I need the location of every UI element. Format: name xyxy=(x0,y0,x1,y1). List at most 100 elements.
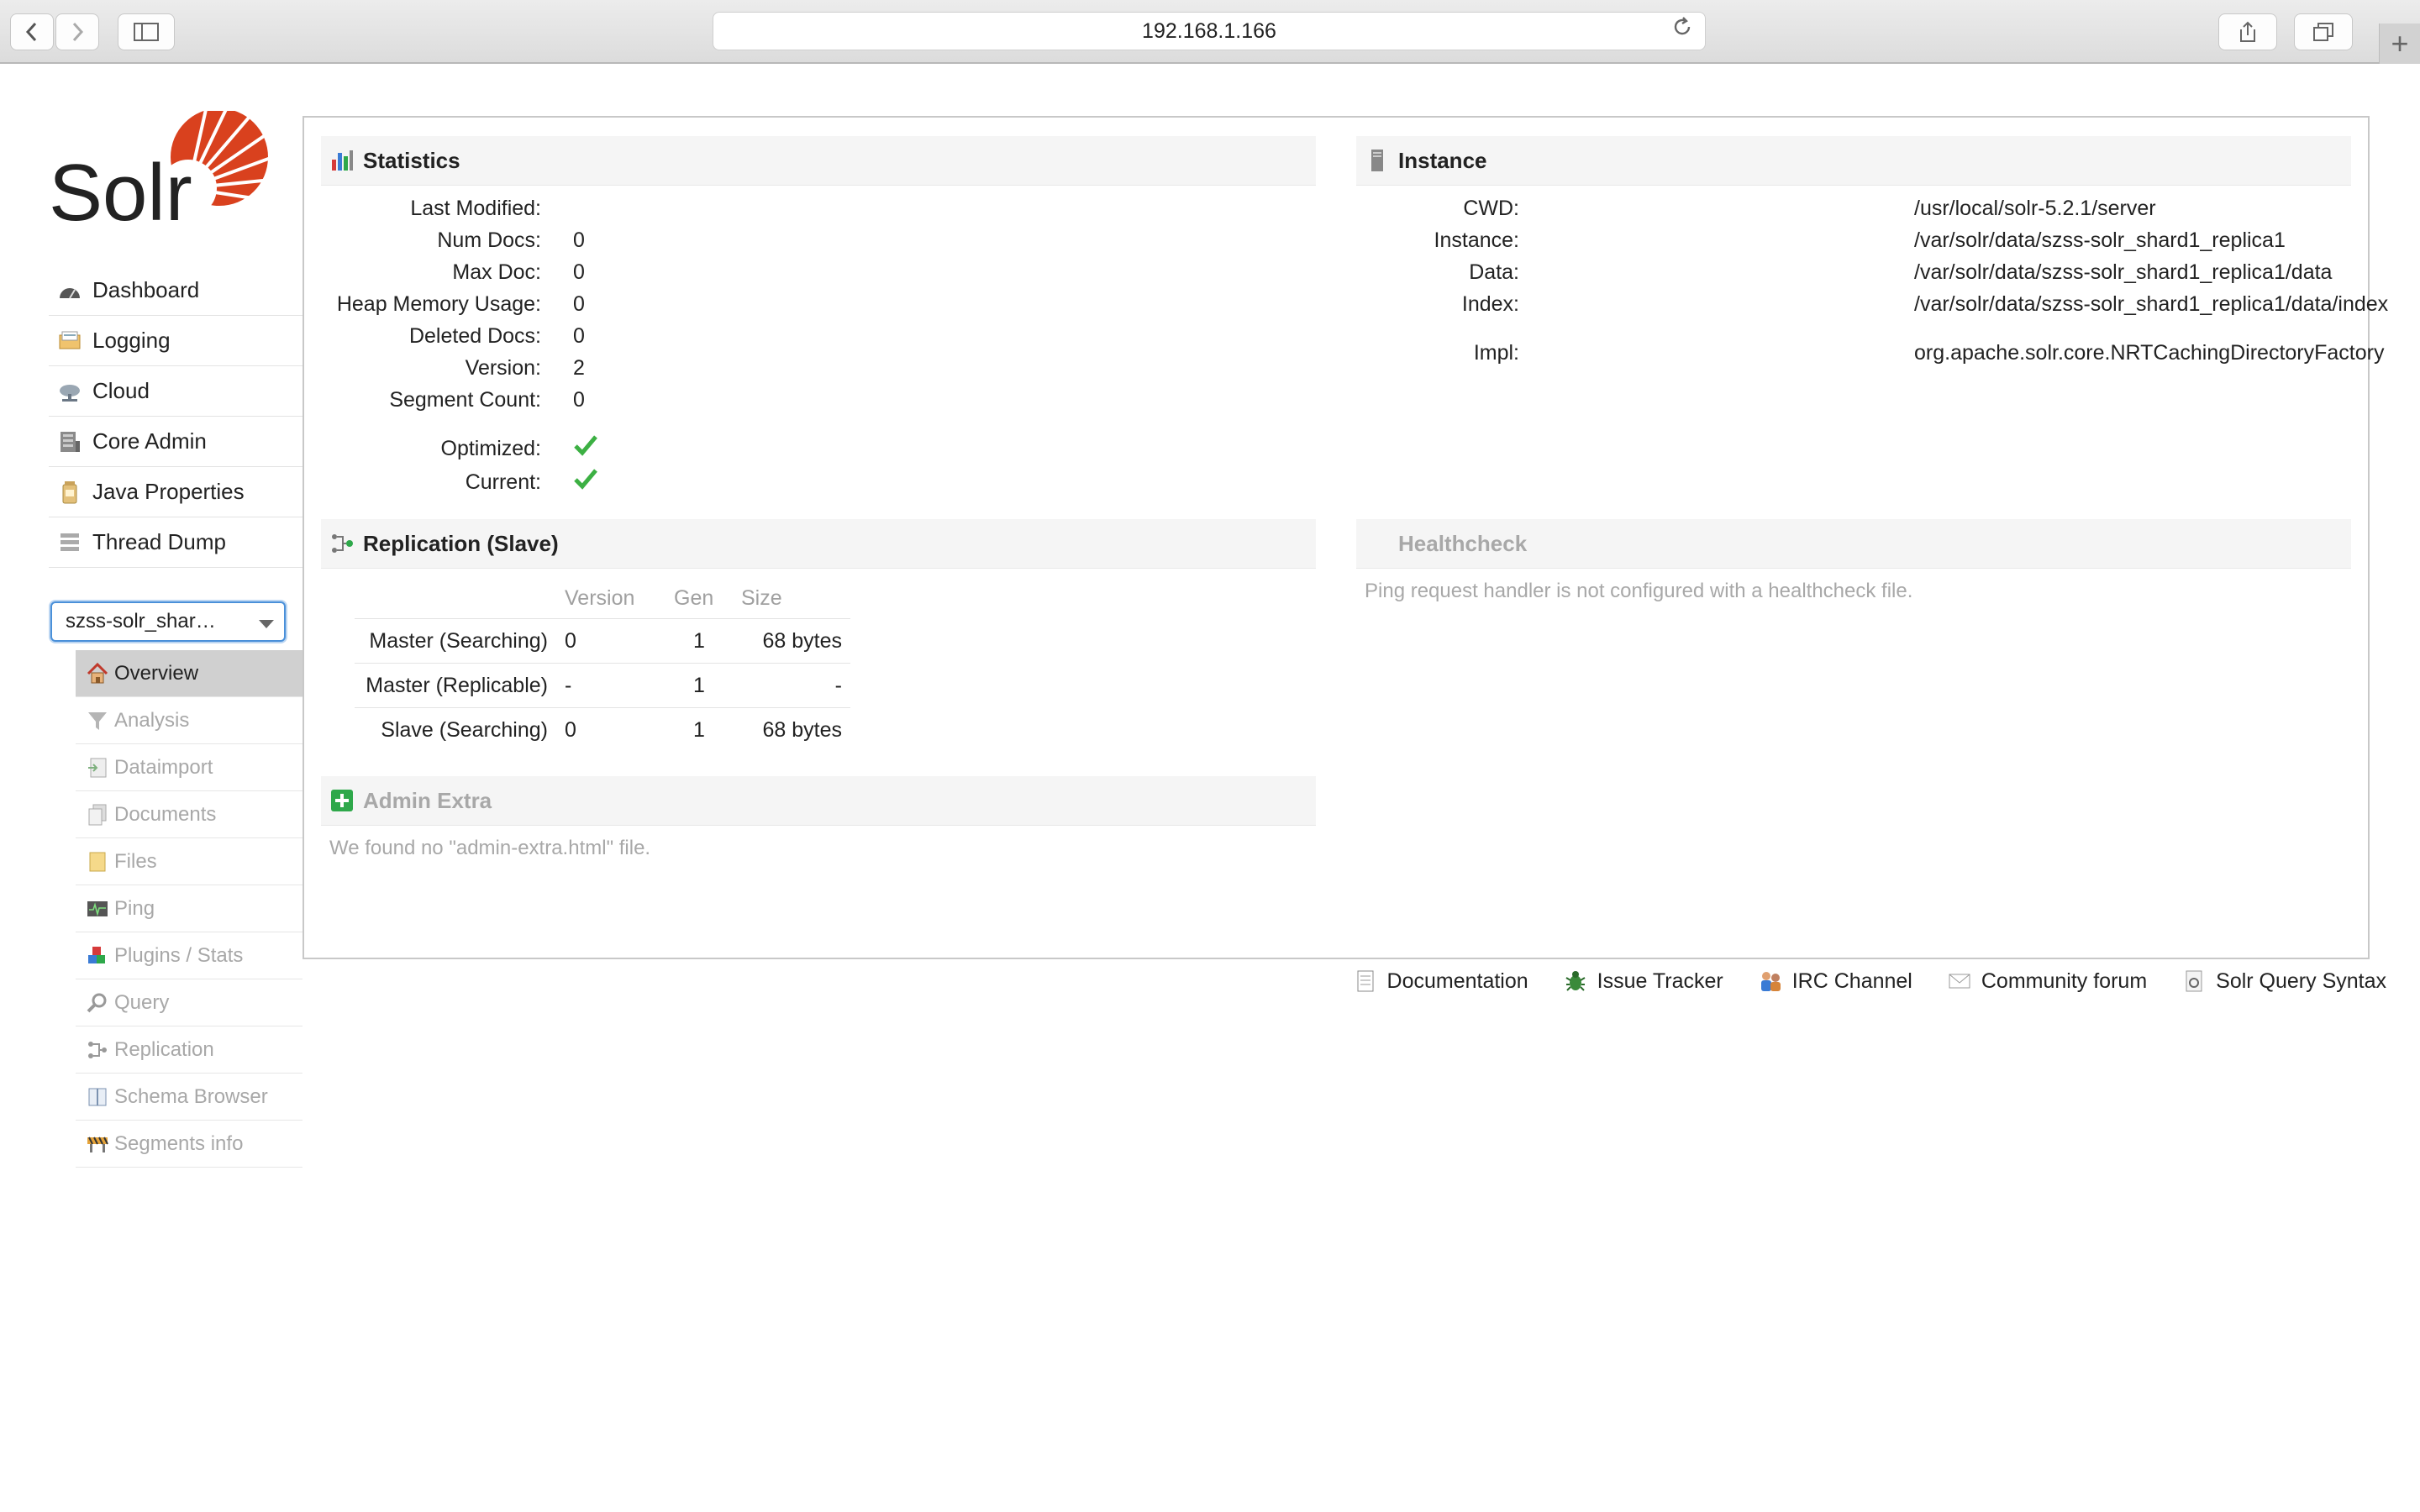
document-icon xyxy=(1354,969,1377,993)
solr-logo[interactable]: Solr xyxy=(47,105,271,238)
bar-chart-icon xyxy=(329,148,355,173)
nav-item-dashboard[interactable]: Dashboard xyxy=(49,265,302,316)
server-icon xyxy=(1365,148,1390,173)
stat-key: Num Docs: xyxy=(437,228,541,252)
plus-icon xyxy=(329,788,355,813)
nav-label: Core Admin xyxy=(92,428,207,454)
healthcheck-header: Healthcheck xyxy=(1356,519,2351,569)
core-nav-documents[interactable]: Documents xyxy=(76,791,302,838)
replication-size: 68 bytes xyxy=(733,618,850,664)
footer-link-documentation[interactable]: Documentation xyxy=(1354,969,1528,994)
funnel-icon xyxy=(86,709,109,732)
nav-item-logging[interactable]: Logging xyxy=(49,316,302,366)
core-nav-label: Files xyxy=(114,849,157,873)
replication-panel: Replication (Slave) xyxy=(321,519,1316,569)
browser-toolbar: 192.168.1.166 + xyxy=(0,0,2420,64)
footer-link-label: IRC Channel xyxy=(1791,969,1912,993)
reload-icon[interactable] xyxy=(1671,13,1693,50)
statistics-panel: Statistics xyxy=(321,136,1316,186)
footer-link-community-forum[interactable]: Community forum xyxy=(1948,969,2147,994)
core-nav-analysis[interactable]: Analysis xyxy=(76,697,302,744)
replication-version: 0 xyxy=(556,707,666,752)
core-nav-label: Schema Browser xyxy=(114,1084,268,1108)
admin-extra-header: Admin Extra xyxy=(321,776,1316,826)
nav-label: Dashboard xyxy=(92,277,200,302)
irc-icon xyxy=(1759,969,1782,993)
instance-key: CWD: xyxy=(1463,197,1519,220)
table-row: Slave (Searching) 0 1 68 bytes xyxy=(355,707,850,752)
replication-icon xyxy=(86,1038,109,1062)
core-admin-icon xyxy=(57,429,82,454)
core-nav-overview[interactable]: Overview xyxy=(76,650,302,697)
stat-key: Optimized: xyxy=(440,437,541,460)
back-button[interactable] xyxy=(10,13,54,50)
thread-dump-icon xyxy=(57,530,82,555)
core-nav-segments-info[interactable]: Segments info xyxy=(76,1121,302,1168)
core-nav-files[interactable]: Files xyxy=(76,838,302,885)
mail-icon xyxy=(1948,969,1971,993)
footer-link-label: Solr Query Syntax xyxy=(2216,969,2386,993)
replication-header: Replication (Slave) xyxy=(321,519,1316,569)
replication-size: 68 bytes xyxy=(733,707,850,752)
statistics-title: Statistics xyxy=(363,147,460,173)
sidebar-icon xyxy=(134,23,159,41)
healthcheck-message: Ping request handler is not configured w… xyxy=(1365,580,1913,602)
table-row: Master (Searching) 0 1 68 bytes xyxy=(355,618,850,664)
stat-value: 0 xyxy=(573,292,585,316)
core-nav-plugins-stats[interactable]: Plugins / Stats xyxy=(76,932,302,979)
instance-value: org.apache.solr.core.NRTCachingDirectory… xyxy=(1914,341,2385,365)
core-nav-schema-browser[interactable]: Schema Browser xyxy=(76,1074,302,1121)
core-nav-label: Overview xyxy=(114,661,199,685)
core-selector[interactable]: szss-solr_shar… xyxy=(50,601,286,642)
replication-icon xyxy=(329,531,355,556)
core-nav-replication[interactable]: Replication xyxy=(76,1026,302,1074)
nav-item-java-properties[interactable]: Java Properties xyxy=(49,467,302,517)
table-row: Master (Replicable) - 1 - xyxy=(355,663,850,708)
footer-link-solr-query-syntax[interactable]: Solr Query Syntax xyxy=(2182,969,2386,994)
nav-label: Java Properties xyxy=(92,479,245,504)
dropdown-arrow-icon xyxy=(259,620,274,628)
instance-title: Instance xyxy=(1398,147,1487,173)
stat-value: 0 xyxy=(573,260,585,284)
address-bar[interactable]: 192.168.1.166 xyxy=(713,12,1706,50)
sidebar-toggle-button[interactable] xyxy=(118,13,175,50)
cloud-icon xyxy=(57,379,82,404)
instance-value: /var/solr/data/szss-solr_shard1_replica1… xyxy=(1914,260,2333,284)
statistics-header: Statistics xyxy=(321,136,1316,186)
core-nav-dataimport[interactable]: Dataimport xyxy=(76,744,302,791)
replication-title: Replication (Slave) xyxy=(363,530,559,556)
share-button[interactable] xyxy=(2218,13,2277,50)
footer-link-issue-tracker[interactable]: Issue Tracker xyxy=(1564,969,1723,994)
chevron-right-icon xyxy=(72,22,84,42)
footer-link-irc-channel[interactable]: IRC Channel xyxy=(1759,969,1912,994)
magnifier-icon xyxy=(86,991,109,1015)
nav-item-cloud[interactable]: Cloud xyxy=(49,366,302,417)
healthcheck-title: Healthcheck xyxy=(1398,530,1528,556)
footer-link-label: Community forum xyxy=(1981,969,2148,993)
admin-extra-panel: Admin Extra xyxy=(321,776,1316,826)
admin-extra-message: We found no "admin-extra.html" file. xyxy=(329,837,651,859)
dashboard-icon xyxy=(57,278,82,303)
replication-gen: 1 xyxy=(666,663,733,708)
nav-label: Logging xyxy=(92,328,171,353)
tabs-overview-button[interactable] xyxy=(2294,13,2353,50)
core-nav-query[interactable]: Query xyxy=(76,979,302,1026)
replication-gen: 1 xyxy=(666,618,733,664)
instance-key: Index: xyxy=(1461,292,1519,316)
core-nav-label: Ping xyxy=(114,896,155,920)
core-nav-ping[interactable]: Ping xyxy=(76,885,302,932)
documents-icon xyxy=(86,803,109,827)
url-text: 192.168.1.166 xyxy=(1142,19,1276,43)
footer-link-label: Issue Tracker xyxy=(1597,969,1723,993)
instance-key: Data: xyxy=(1469,260,1519,284)
new-tab-button[interactable]: + xyxy=(2379,24,2420,64)
replication-name: Slave (Searching) xyxy=(355,707,556,752)
stat-key: Segment Count: xyxy=(389,388,541,412)
nav-item-core-admin[interactable]: Core Admin xyxy=(49,417,302,467)
forward-button[interactable] xyxy=(55,13,99,50)
instance-key: Instance: xyxy=(1434,228,1519,252)
nav-item-thread-dump[interactable]: Thread Dump xyxy=(49,517,302,568)
core-nav-label: Query xyxy=(114,990,170,1014)
instance-panel: Instance xyxy=(1356,136,2351,186)
core-nav-label: Plugins / Stats xyxy=(114,943,244,967)
